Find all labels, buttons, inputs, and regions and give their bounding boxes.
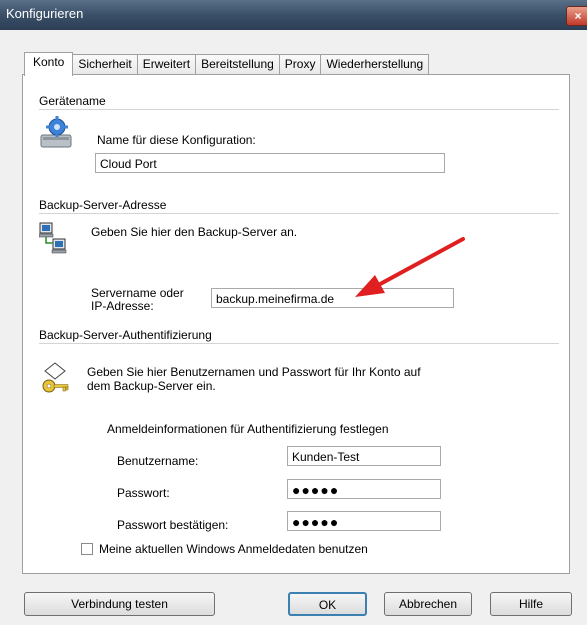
tab-proxy[interactable]: Proxy <box>278 54 322 75</box>
test-connection-button[interactable]: Verbindung testen <box>24 592 215 616</box>
tab-konto[interactable]: Konto <box>24 52 74 76</box>
section-divider <box>39 343 559 344</box>
server-address-label: Servername oder IP-Adresse: <box>91 287 184 313</box>
server-address-label-line2: IP-Adresse: <box>91 299 154 313</box>
tab-wiederherstellung[interactable]: Wiederherstellung <box>320 54 430 75</box>
auth-description-line1: Geben Sie hier Benutzernamen und Passwor… <box>87 365 421 379</box>
section-divider <box>39 213 559 214</box>
red-arrow-icon <box>355 237 465 297</box>
server-description: Geben Sie hier den Backup-Server an. <box>91 225 298 239</box>
username-field[interactable]: Kunden-Test <box>287 446 441 466</box>
server-section-title: Backup-Server-Adresse <box>39 198 167 212</box>
section-divider <box>39 109 559 110</box>
network-computers-icon <box>39 222 67 254</box>
config-name-field[interactable]: Cloud Port <box>95 153 445 173</box>
close-icon: × <box>574 9 582 23</box>
key-icon <box>42 362 69 393</box>
tab-panel-konto: Gerätename Name für diese Konfiguration:… <box>22 74 570 574</box>
close-button[interactable]: × <box>566 6 587 26</box>
tab-erweitert[interactable]: Erweitert <box>136 54 197 75</box>
password-field[interactable]: ●●●●● <box>287 479 441 499</box>
confirm-password-label: Passwort bestätigen: <box>117 518 229 532</box>
windows-credentials-checkbox[interactable] <box>81 543 93 555</box>
title-bar[interactable]: Konfigurieren × <box>0 0 587 30</box>
window-title: Konfigurieren <box>6 6 84 21</box>
help-button[interactable]: Hilfe <box>490 592 572 616</box>
tab-bereitstellung[interactable]: Bereitstellung <box>195 54 280 75</box>
auth-description-line2: dem Backup-Server ein. <box>87 379 216 393</box>
configure-dialog: Konfigurieren × Konto Sicherheit Erweite… <box>0 0 587 625</box>
username-label: Benutzername: <box>117 454 199 468</box>
tab-strip: Konto Sicherheit Erweitert Bereitstellun… <box>24 52 430 76</box>
credentials-group-label: Anmeldeinformationen für Authentifizieru… <box>107 422 389 436</box>
computer-gear-icon <box>40 116 72 148</box>
auth-description: Geben Sie hier Benutzernamen und Passwor… <box>87 365 421 393</box>
password-label: Passwort: <box>117 486 170 500</box>
tab-sicherheit[interactable]: Sicherheit <box>72 54 138 75</box>
device-section-title: Gerätename <box>39 94 106 108</box>
config-name-label: Name für diese Konfiguration: <box>97 133 256 147</box>
windows-credentials-label[interactable]: Meine aktuellen Windows Anmeldedaten ben… <box>99 542 368 556</box>
ok-button[interactable]: OK <box>288 592 367 616</box>
cancel-button[interactable]: Abbrechen <box>384 592 472 616</box>
auth-section-title: Backup-Server-Authentifizierung <box>39 328 212 342</box>
confirm-password-field[interactable]: ●●●●● <box>287 511 441 531</box>
